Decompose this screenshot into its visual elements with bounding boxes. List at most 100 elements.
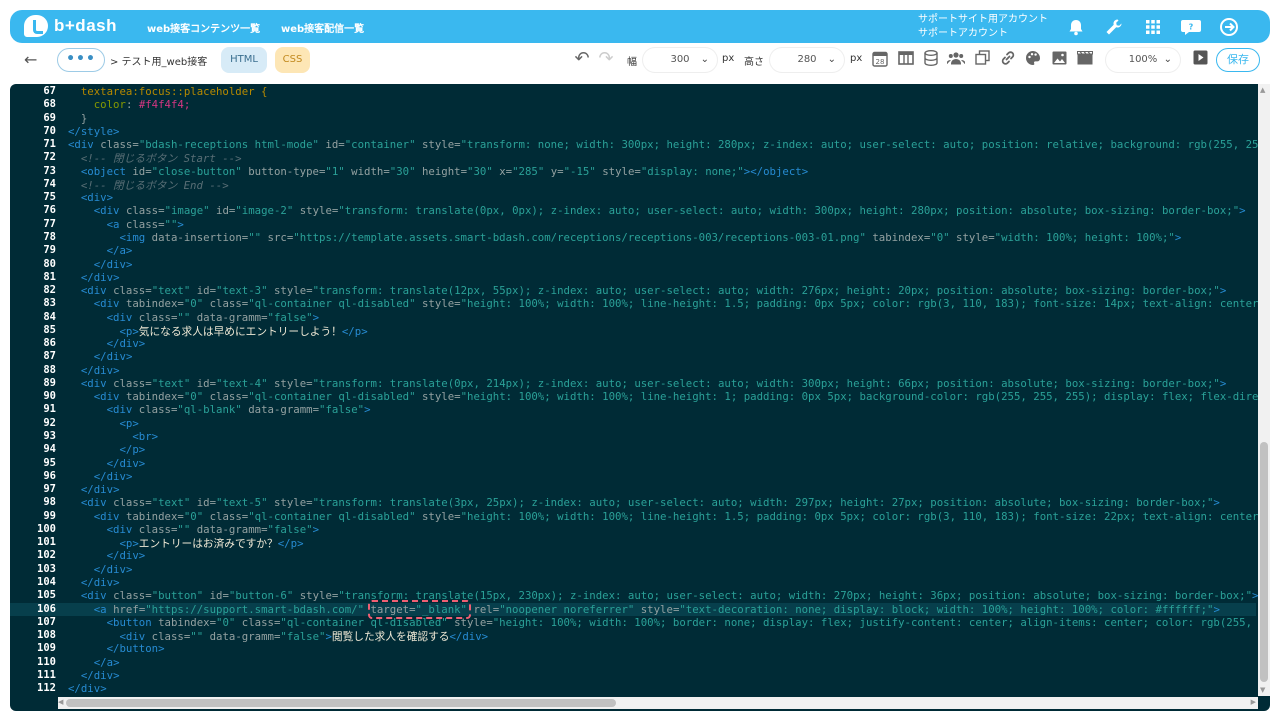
horizontal-scrollbar[interactable]: ◀ ▶ [58, 697, 1258, 709]
line-number: 101 [37, 536, 56, 549]
code-line[interactable]: <div class="bdash-receptions html-mode" … [68, 138, 1265, 151]
undo-icon[interactable]: ↶ [572, 48, 592, 69]
tab-html[interactable]: HTML [221, 47, 267, 73]
code-line[interactable]: </div> [68, 576, 120, 589]
code-editor[interactable]: 67 68 69 70 71 72 73 74 75 76 77 78 79 80 81 82 83 84 85 86… [10, 84, 1270, 711]
code-line[interactable]: </div> [68, 258, 133, 271]
code-line[interactable]: } [68, 112, 87, 125]
line-number: 93 [43, 430, 56, 443]
nav-web-delivery-list[interactable]: web接客配信一覧 [281, 20, 364, 35]
video-icon[interactable] [1075, 50, 1095, 69]
width-label: 幅 [627, 57, 637, 68]
line-number: 68 [43, 98, 56, 111]
line-number: 103 [37, 562, 56, 575]
table-icon[interactable] [896, 50, 916, 69]
code-line[interactable]: </div> [68, 682, 107, 695]
code-line[interactable]: <a href="https://support.smart-bdash.com… [68, 603, 1220, 616]
code-line[interactable]: </div> [68, 470, 133, 483]
code-line[interactable]: <a class=""> [68, 218, 184, 231]
width-select[interactable]: 300 ⌄ [643, 48, 717, 72]
width-value: 300 [670, 54, 690, 65]
code-line[interactable]: </div> [68, 483, 120, 496]
code-line[interactable]: <div> [68, 191, 113, 204]
grid-icon[interactable] [1142, 16, 1164, 38]
line-number: 79 [43, 244, 56, 257]
tab-css[interactable]: CSS [275, 47, 310, 73]
code-line[interactable]: <p> [68, 417, 138, 430]
code-line[interactable]: </style> [68, 125, 119, 138]
copy-icon[interactable] [972, 50, 992, 69]
scroll-left-icon[interactable]: ◀ [58, 698, 63, 706]
scroll-right-icon[interactable]: ▶ [1251, 698, 1256, 706]
code-line[interactable]: <div class="" data-gramm="false"> [68, 523, 319, 536]
code-line[interactable]: </div> [68, 669, 120, 682]
chevron-down-icon: ⌄ [827, 54, 836, 65]
code-line[interactable]: </a> [68, 244, 133, 257]
code-line[interactable]: textarea:focus::placeholder { [68, 85, 268, 98]
calendar-icon[interactable]: 28 [870, 50, 890, 71]
line-number: 88 [43, 363, 56, 376]
link-icon[interactable] [998, 50, 1018, 70]
code-line[interactable]: <div class="ql-blank" data-gramm="false"… [68, 403, 371, 416]
vertical-scrollbar[interactable]: ▲ ▼ [1258, 84, 1270, 696]
line-number: 94 [43, 443, 56, 456]
scroll-up-icon[interactable]: ▲ [1260, 86, 1265, 94]
redo-icon[interactable]: ↷ [596, 48, 616, 69]
code-line[interactable]: <div tabindex="0" class="ql-container ql… [68, 390, 1259, 403]
nav-web-contents-list[interactable]: web接客コンテンツ一覧 [147, 20, 260, 35]
code-line[interactable]: color: #f4f4f4; [68, 98, 191, 111]
zoom-select[interactable]: 100% ⌄ [1106, 48, 1180, 72]
code-line[interactable]: <button tabindex="0" class="ql-container… [68, 616, 1252, 629]
code-line[interactable]: <div class="text" id="text-4" style="tra… [68, 377, 1226, 390]
code-line[interactable]: </button> [68, 642, 165, 655]
code-line[interactable]: </div> [68, 563, 133, 576]
height-select[interactable]: 280 ⌄ [770, 48, 844, 72]
database-icon[interactable] [921, 50, 941, 70]
code-line[interactable]: <div tabindex="0" class="ql-container ql… [68, 297, 1259, 310]
bell-icon[interactable] [1065, 16, 1087, 38]
code-line[interactable]: <div class="text" id="text-3" style="tra… [68, 284, 1226, 297]
line-number: 77 [43, 217, 56, 230]
vertical-scroll-thumb[interactable] [1260, 442, 1268, 682]
line-number: 92 [43, 416, 56, 429]
account-info[interactable]: サポートサイト用アカウント サポートアカウント [918, 13, 1048, 41]
chat-help-icon[interactable]: ? [1180, 16, 1202, 38]
code-line[interactable]: </div> [68, 364, 120, 377]
code-line[interactable]: </div> [68, 271, 120, 284]
code-line[interactable]: </div> [68, 350, 133, 363]
height-label: 高さ [744, 57, 764, 68]
back-arrow-icon[interactable]: ← [24, 50, 37, 69]
code-line[interactable]: </div> [68, 457, 146, 470]
code-line[interactable]: <div class="text" id="text-5" style="tra… [68, 496, 1220, 509]
code-line[interactable]: </a> [68, 656, 120, 669]
line-number: 96 [43, 469, 56, 482]
image-icon[interactable] [1049, 50, 1069, 69]
wrench-icon[interactable] [1103, 16, 1125, 38]
code-line[interactable]: <div class="" data-gramm="false"> [68, 311, 319, 324]
line-number: 76 [43, 204, 56, 217]
account-user-name: サポートアカウント [918, 28, 1008, 39]
code-line[interactable]: </div> [68, 337, 146, 350]
horizontal-scroll-thumb[interactable] [66, 699, 616, 707]
logout-icon[interactable] [1218, 16, 1240, 38]
code-line[interactable]: </div> [68, 549, 146, 562]
save-button[interactable]: 保存 [1216, 48, 1260, 72]
line-number: 102 [37, 549, 56, 562]
play-icon[interactable] [1190, 50, 1210, 69]
code-line[interactable]: <div class="image" id="image-2" style="t… [68, 204, 1246, 217]
code-line[interactable]: <img data-insertion="" src="https://temp… [68, 231, 1181, 244]
code-line[interactable]: <div tabindex="0" class="ql-container ql… [68, 510, 1259, 523]
code-line[interactable]: <object id="close-button" button-type="1… [68, 165, 808, 178]
line-number: 82 [43, 284, 56, 297]
scroll-down-icon[interactable]: ▼ [1260, 686, 1265, 694]
line-number: 83 [43, 297, 56, 310]
code-line[interactable]: <div class="button" id="button-6" style=… [68, 589, 1259, 602]
line-number: 112 [37, 682, 56, 695]
users-icon[interactable] [946, 50, 966, 69]
bdash-logo[interactable]: b+dash [24, 15, 124, 39]
line-number: 74 [43, 177, 56, 190]
more-options-button[interactable]: ••• [57, 48, 105, 72]
code-line[interactable]: <br> [68, 430, 158, 443]
palette-icon[interactable] [1023, 50, 1043, 70]
code-line[interactable]: </p> [68, 443, 145, 456]
